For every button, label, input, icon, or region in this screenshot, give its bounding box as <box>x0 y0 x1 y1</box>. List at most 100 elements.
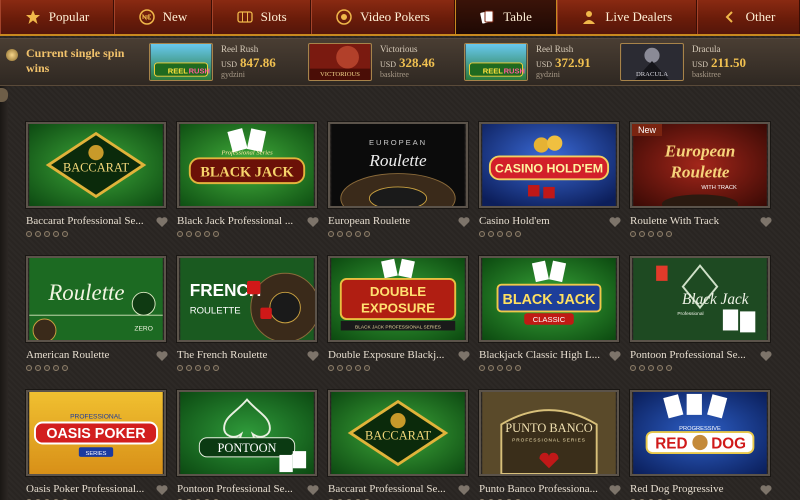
new-icon <box>138 9 155 25</box>
heart-icon[interactable] <box>609 483 621 495</box>
game-thumbnail[interactable]: REEL RUSH <box>464 43 528 81</box>
game-title[interactable]: Baccarat Professional Se... <box>328 483 453 495</box>
game-card[interactable]: Roulette ZERO American Roulette <box>26 256 168 381</box>
svg-text:VICTORIOUS: VICTORIOUS <box>320 71 360 78</box>
win-username: gydzini <box>221 70 245 79</box>
game-thumbnail[interactable]: DRACULA <box>620 43 684 81</box>
tab-label: Other <box>745 9 776 24</box>
game-title[interactable]: European Roulette <box>328 215 453 227</box>
game-card[interactable]: European Roulette WITH TRACK New Roulett… <box>630 122 772 247</box>
game-title[interactable]: Punto Banco Professiona... <box>479 483 604 495</box>
tab-slots[interactable]: Slots <box>211 0 312 34</box>
svg-text:BLACK JACK: BLACK JACK <box>200 164 294 180</box>
svg-text:ROULETTE: ROULETTE <box>190 305 241 316</box>
game-card[interactable]: BACCARAT Baccarat Professional Se... <box>26 122 168 247</box>
rating-stars[interactable] <box>177 365 219 371</box>
svg-text:RED: RED <box>655 435 687 452</box>
svg-text:EXPOSURE: EXPOSURE <box>361 300 435 315</box>
game-card[interactable]: CASINO HOLD'EM Casino Hold'em <box>479 122 621 247</box>
svg-text:PONTOON: PONTOON <box>218 441 277 455</box>
rating-stars[interactable] <box>479 231 521 237</box>
game-thumbnail[interactable]: CASINO HOLD'EM <box>479 122 619 208</box>
game-thumbnail[interactable]: PONTOON <box>177 390 317 476</box>
game-thumbnail[interactable]: PUNTO BANCO PROFESSIONAL SERIES <box>479 390 619 476</box>
game-thumbnail[interactable]: Roulette ZERO <box>26 256 166 342</box>
game-title[interactable]: Pontoon Professional Se... <box>630 349 755 361</box>
game-card[interactable]: FRENCH ROULETTE The French Roulette <box>177 256 319 381</box>
game-title[interactable]: Oasis Poker Professional... <box>26 483 151 495</box>
rating-stars[interactable] <box>630 365 672 371</box>
svg-text:SERIES: SERIES <box>86 451 107 457</box>
game-title[interactable]: Black Jack Professional ... <box>177 215 302 227</box>
heart-icon[interactable] <box>760 215 772 227</box>
rating-stars[interactable] <box>177 231 219 237</box>
heart-icon[interactable] <box>156 349 168 361</box>
game-title[interactable]: Blackjack Classic High L... <box>479 349 604 361</box>
heart-icon[interactable] <box>609 215 621 227</box>
game-thumbnail[interactable]: BLACK JACK CLASSIC <box>479 256 619 342</box>
svg-text:Roulette: Roulette <box>47 280 124 305</box>
game-title[interactable]: Roulette With Track <box>630 215 755 227</box>
heart-icon[interactable] <box>307 349 319 361</box>
tab-new[interactable]: New <box>113 0 212 34</box>
game-thumbnail[interactable]: PROFESSIONAL OASIS POKER SERIES <box>26 390 166 476</box>
game-card[interactable]: PONTOON Pontoon Professional Se... <box>177 390 319 500</box>
game-thumbnail[interactable]: PROGRESSIVE RED DOG <box>630 390 770 476</box>
game-thumbnail[interactable]: Black Jack Professional <box>630 256 770 342</box>
dealer-icon <box>581 9 597 25</box>
win-game-name: Dracula <box>692 44 721 54</box>
svg-text:DRACULA: DRACULA <box>636 71 668 78</box>
game-title[interactable]: Casino Hold'em <box>479 215 604 227</box>
game-card[interactable]: Professional Series BLACK JACK Black Jac… <box>177 122 319 247</box>
game-card[interactable]: DOUBLE EXPOSURE BLACK JACK PROFESSIONAL … <box>328 256 470 381</box>
rating-stars[interactable] <box>328 365 370 371</box>
heart-icon[interactable] <box>458 349 470 361</box>
tab-label: Popular <box>48 9 90 24</box>
heart-icon[interactable] <box>760 483 772 495</box>
cards-icon <box>479 9 495 25</box>
tab-label: Live Dealers <box>605 9 673 24</box>
heart-icon[interactable] <box>156 483 168 495</box>
game-card[interactable]: PROFESSIONAL OASIS POKER SERIES Oasis Po… <box>26 390 168 500</box>
heart-icon[interactable] <box>458 215 470 227</box>
rating-stars[interactable] <box>630 231 672 237</box>
heart-icon[interactable] <box>307 215 319 227</box>
game-thumbnail[interactable]: European Roulette WITH TRACK New <box>630 122 770 208</box>
svg-text:BACCARAT: BACCARAT <box>63 161 129 175</box>
tab-popular[interactable]: Popular <box>0 0 114 34</box>
rating-stars[interactable] <box>26 231 68 237</box>
win-game-name: Victorious <box>380 44 418 54</box>
heart-icon[interactable] <box>307 483 319 495</box>
game-thumbnail[interactable]: BACCARAT <box>26 122 166 208</box>
game-thumbnail[interactable]: DOUBLE EXPOSURE BLACK JACK PROFESSIONAL … <box>328 256 468 342</box>
game-card[interactable]: PROGRESSIVE RED DOG Red Dog Progressive <box>630 390 772 500</box>
tab-video-pokers[interactable]: Video Pokers <box>311 0 455 34</box>
heart-icon[interactable] <box>458 483 470 495</box>
game-title[interactable]: Double Exposure Blackj... <box>328 349 453 361</box>
game-thumbnail[interactable]: EUROPEAN Roulette <box>328 122 468 208</box>
game-title[interactable]: Pontoon Professional Se... <box>177 483 302 495</box>
game-card[interactable]: EUROPEAN Roulette European Roulette <box>328 122 470 247</box>
game-thumbnail[interactable]: Professional Series BLACK JACK <box>177 122 317 208</box>
rating-stars[interactable] <box>479 365 521 371</box>
game-card[interactable]: PUNTO BANCO PROFESSIONAL SERIES Punto Ba… <box>479 390 621 500</box>
rating-stars[interactable] <box>328 231 370 237</box>
game-card[interactable]: BLACK JACK CLASSIC Blackjack Classic Hig… <box>479 256 621 381</box>
game-title[interactable]: Baccarat Professional Se... <box>26 215 151 227</box>
game-thumbnail[interactable]: FRENCH ROULETTE <box>177 256 317 342</box>
game-title[interactable]: Red Dog Progressive <box>630 483 755 495</box>
tab-table[interactable]: Table <box>454 0 557 34</box>
tab-other[interactable]: Other <box>696 0 800 34</box>
game-title[interactable]: American Roulette <box>26 349 151 361</box>
game-thumbnail[interactable]: VICTORIOUS <box>308 43 372 81</box>
game-card[interactable]: BACCARAT Baccarat Professional Se... <box>328 390 470 500</box>
game-thumbnail[interactable]: REEL RUSH <box>149 43 213 81</box>
heart-icon[interactable] <box>156 215 168 227</box>
game-card[interactable]: Black Jack Professional Pontoon Professi… <box>630 256 772 381</box>
tab-live-dealers[interactable]: Live Dealers <box>556 0 697 34</box>
heart-icon[interactable] <box>609 349 621 361</box>
heart-icon[interactable] <box>760 349 772 361</box>
rating-stars[interactable] <box>26 365 68 371</box>
game-thumbnail[interactable]: BACCARAT <box>328 390 468 476</box>
game-title[interactable]: The French Roulette <box>177 349 302 361</box>
